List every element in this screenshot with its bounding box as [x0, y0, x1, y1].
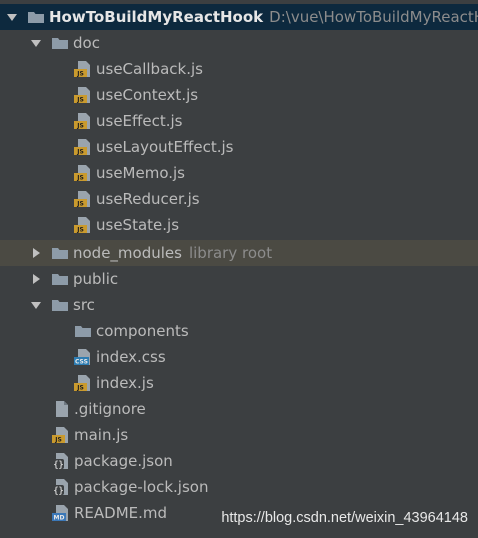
js-file-icon: JS	[74, 138, 92, 156]
svg-text:JS: JS	[76, 175, 84, 182]
svg-text:MD: MD	[54, 515, 65, 522]
folder-label: public	[73, 270, 119, 288]
folder-label: doc	[73, 34, 100, 52]
tree-row-root[interactable]: HowToBuildMyReactHook D:\vue\HowToBuildM…	[0, 4, 478, 30]
svg-text:{}: {}	[53, 461, 63, 471]
file-label: .gitignore	[74, 400, 146, 418]
file-label: useLayoutEffect.js	[96, 138, 234, 156]
js-file-icon: JS	[74, 112, 92, 130]
js-file-icon: JS	[74, 216, 92, 234]
svg-text:JS: JS	[76, 227, 84, 234]
file-label: useContext.js	[96, 86, 199, 104]
tree-row-doc[interactable]: doc	[0, 30, 478, 56]
file-label: useMemo.js	[96, 164, 185, 182]
tree-row-file[interactable]: .gitignore	[0, 396, 478, 422]
library-root-hint: library root	[188, 244, 273, 262]
panel-bottom-edge	[0, 534, 478, 538]
file-label: useEffect.js	[96, 112, 183, 130]
folder-icon	[51, 34, 69, 52]
tree-row-src[interactable]: src	[0, 292, 478, 318]
js-file-icon: JS	[74, 374, 92, 392]
svg-text:JS: JS	[76, 71, 84, 78]
chevron-down-icon[interactable]	[30, 37, 42, 49]
svg-text:JS: JS	[76, 149, 84, 156]
tree-row-file[interactable]: JS useState.js	[0, 212, 478, 238]
css-file-icon: CSS	[74, 348, 92, 366]
chevron-right-icon[interactable]	[30, 273, 42, 285]
file-label: useState.js	[96, 216, 180, 234]
tree-row-file[interactable]: JS useMemo.js	[0, 160, 478, 186]
folder-icon	[74, 322, 92, 340]
folder-label: src	[73, 296, 95, 314]
svg-text:JS: JS	[76, 123, 84, 130]
svg-text:JS: JS	[76, 385, 84, 392]
chevron-down-icon[interactable]	[6, 11, 18, 23]
tree-row-file[interactable]: JS index.js	[0, 370, 478, 396]
file-label: useCallback.js	[96, 60, 203, 78]
tree-row-file[interactable]: JS useReducer.js	[0, 186, 478, 212]
file-label: index.js	[96, 374, 154, 392]
js-file-icon: JS	[74, 86, 92, 104]
json-file-icon: {}	[52, 478, 70, 497]
tree-row-components[interactable]: components	[0, 318, 478, 344]
svg-text:{}: {}	[53, 487, 63, 497]
watermark-text: https://blog.csdn.net/weixin_43964148	[221, 510, 468, 526]
js-file-icon: JS	[74, 60, 92, 78]
chevron-right-icon[interactable]	[30, 247, 42, 259]
tree-row-file[interactable]: JS main.js	[0, 422, 478, 448]
folder-icon	[51, 296, 69, 314]
file-label: index.css	[96, 348, 166, 366]
file-label: package.json	[74, 452, 173, 470]
svg-text:JS: JS	[76, 97, 84, 104]
tree-row-file[interactable]: JS useLayoutEffect.js	[0, 134, 478, 160]
folder-icon	[51, 270, 69, 288]
project-tree: HowToBuildMyReactHook D:\vue\HowToBuildM…	[0, 0, 478, 538]
tree-row-file[interactable]: {} package-lock.json	[0, 474, 478, 500]
folder-label: components	[96, 322, 189, 340]
file-label: README.md	[74, 504, 168, 522]
tree-row-node-modules[interactable]: node_modules library root	[0, 240, 478, 266]
file-label: package-lock.json	[74, 478, 209, 496]
folder-icon	[27, 8, 45, 26]
tree-row-file[interactable]: JS useEffect.js	[0, 108, 478, 134]
svg-text:CSS: CSS	[75, 359, 88, 366]
text-file-icon	[52, 400, 70, 418]
project-path: D:\vue\HowToBuildMyReactH	[269, 8, 478, 26]
js-file-icon: JS	[74, 190, 92, 208]
tree-row-file[interactable]: CSS index.css	[0, 344, 478, 370]
tree-row-file[interactable]: JS useCallback.js	[0, 56, 478, 82]
js-file-icon: JS	[74, 164, 92, 182]
js-file-icon: JS	[52, 426, 70, 444]
file-label: main.js	[74, 426, 129, 444]
tree-row-file[interactable]: {} package.json	[0, 448, 478, 474]
markdown-file-icon: MD	[52, 504, 70, 522]
folder-label: node_modules	[73, 244, 182, 262]
json-file-icon: {}	[52, 452, 70, 471]
project-name: HowToBuildMyReactHook	[49, 8, 264, 26]
tree-row-public[interactable]: public	[0, 266, 478, 292]
tree-row-file[interactable]: JS useContext.js	[0, 82, 478, 108]
svg-text:JS: JS	[76, 201, 84, 208]
chevron-down-icon[interactable]	[30, 299, 42, 311]
folder-icon	[51, 244, 69, 262]
svg-text:JS: JS	[54, 437, 62, 444]
file-label: useReducer.js	[96, 190, 200, 208]
